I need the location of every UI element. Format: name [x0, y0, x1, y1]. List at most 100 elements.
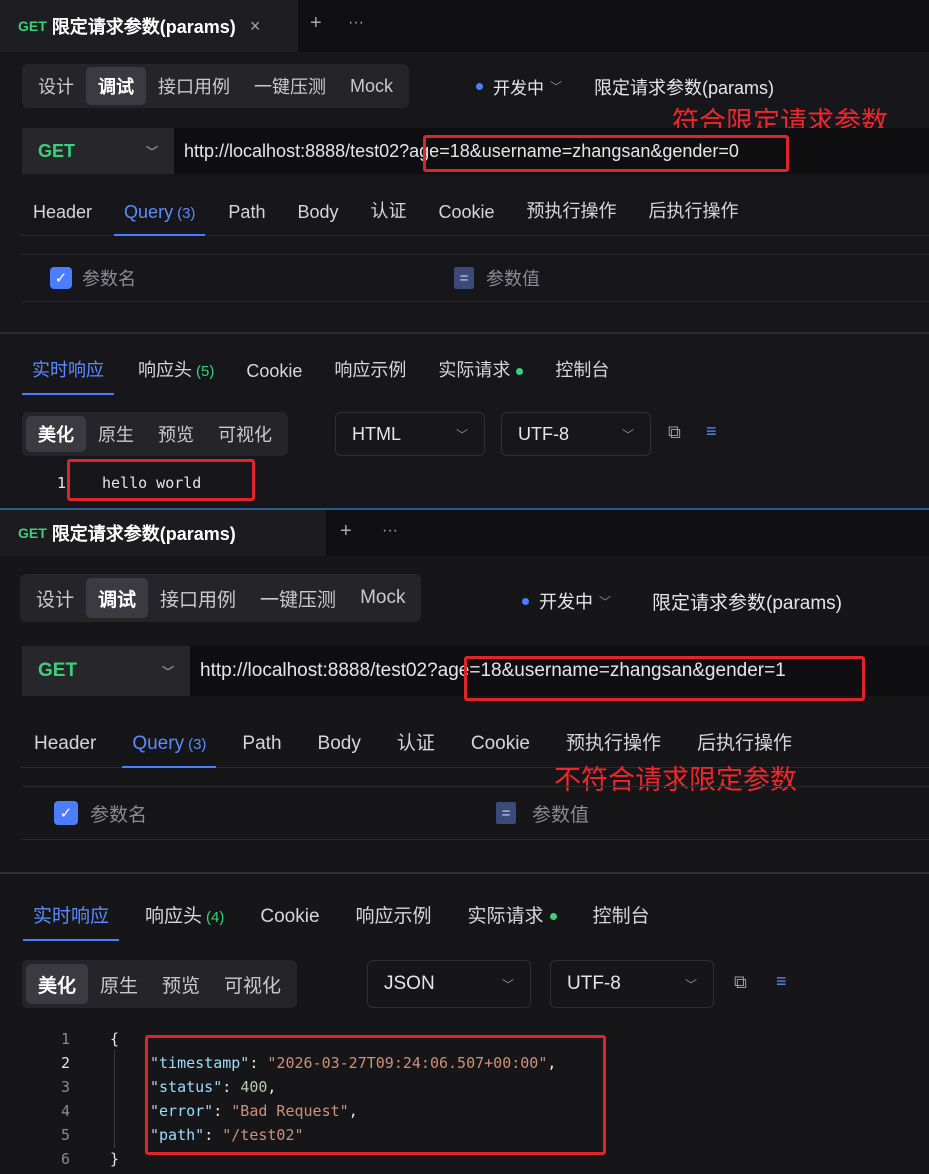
tab-bar: GET 限定请求参数(params) × + ···: [0, 0, 929, 52]
mode-design[interactable]: 设计: [26, 67, 86, 105]
tab-title: 限定请求参数(params): [51, 524, 236, 544]
status-dot-icon: [516, 367, 524, 375]
tab-response-headers-count: (5): [196, 363, 215, 380]
wrap-icon[interactable]: ≡: [706, 421, 717, 442]
tab-query[interactable]: Query (3): [122, 733, 217, 768]
view-tabs: 美化 原生 预览 可视化: [22, 960, 298, 1008]
tab-cookie[interactable]: Cookie: [438, 202, 494, 235]
tab-response-headers-label: 响应头: [145, 906, 203, 927]
encoding-select[interactable]: UTF-8 ﹀: [501, 412, 651, 456]
tab-response-cookie[interactable]: Cookie: [246, 361, 302, 394]
method-select[interactable]: GET ﹀: [22, 128, 174, 174]
format-select[interactable]: JSON ﹀: [367, 960, 531, 1008]
tab-live-response[interactable]: 实时响应: [22, 901, 120, 941]
tab-query-label: Query: [132, 733, 185, 754]
tab-actual-request[interactable]: 实际请求: [438, 356, 524, 394]
highlight-query-string: [464, 656, 865, 701]
tab-query-count: (3): [188, 736, 207, 753]
tab-response-example[interactable]: 响应示例: [356, 901, 432, 940]
format-select[interactable]: HTML ﹀: [335, 412, 485, 456]
tab-response-headers[interactable]: 响应头 (5): [138, 356, 214, 394]
tab-live-response[interactable]: 实时响应: [22, 356, 114, 395]
indent-guide: [114, 1050, 115, 1148]
chevron-down-icon: ﹀: [621, 427, 634, 442]
tab-response-headers[interactable]: 响应头 (4): [145, 901, 224, 940]
mode-debug[interactable]: 调试: [86, 578, 149, 618]
tab-actual-request-label: 实际请求: [467, 906, 544, 927]
mode-tabs: 设计 调试 接口用例 一键压测 Mock: [20, 574, 422, 622]
wrap-icon[interactable]: ≡: [776, 971, 787, 992]
tab-post-actions[interactable]: 后执行操作: [649, 197, 739, 235]
copy-icon[interactable]: ⧉: [668, 422, 681, 443]
view-visualize[interactable]: 可视化: [206, 416, 284, 452]
mode-tabs: 设计 调试 接口用例 一键压测 Mock: [22, 64, 410, 108]
env-select[interactable]: 开发中 ﹀: [522, 588, 611, 614]
more-icon[interactable]: ···: [348, 14, 364, 32]
tab-cookie[interactable]: Cookie: [471, 733, 530, 767]
chevron-down-icon: ﹀: [501, 977, 514, 992]
line-number: 3: [60, 1078, 70, 1096]
view-preview[interactable]: 预览: [146, 416, 206, 452]
param-value-label: 参数值: [532, 804, 590, 826]
mode-mock[interactable]: Mock: [338, 67, 405, 105]
view-visualize[interactable]: 可视化: [212, 964, 293, 1004]
mode-cases[interactable]: 接口用例: [146, 67, 242, 105]
view-pretty[interactable]: 美化: [26, 964, 89, 1004]
mode-mock[interactable]: Mock: [348, 578, 417, 618]
chevron-down-icon: ﹀: [161, 664, 174, 679]
tab-response-cookie[interactable]: Cookie: [260, 906, 319, 940]
param-name-label: 参数名: [90, 804, 148, 826]
close-icon[interactable]: ×: [250, 16, 261, 37]
status-dot-icon: [549, 913, 557, 921]
param-value-label: 参数值: [486, 269, 540, 289]
equals-icon: =: [454, 267, 474, 289]
tab-auth[interactable]: 认证: [397, 728, 435, 767]
view-pretty[interactable]: 美化: [26, 416, 86, 452]
encoding-select[interactable]: UTF-8 ﹀: [550, 960, 714, 1008]
view-raw[interactable]: 原生: [86, 416, 146, 452]
select-all-checkbox[interactable]: ✓: [54, 801, 78, 825]
line-number: 6: [60, 1150, 70, 1168]
method-label: GET: [38, 660, 78, 681]
equals-icon: =: [496, 802, 516, 824]
tab-header[interactable]: Header: [33, 202, 92, 235]
mode-cases[interactable]: 接口用例: [148, 578, 248, 618]
tab-console[interactable]: 控制台: [593, 901, 650, 940]
line-number: 5: [60, 1126, 70, 1144]
tab-query[interactable]: Query (3): [113, 202, 206, 236]
tab-console[interactable]: 控制台: [555, 356, 609, 394]
mode-design[interactable]: 设计: [24, 578, 86, 618]
add-tab-icon[interactable]: +: [310, 12, 322, 35]
copy-icon[interactable]: ⧉: [734, 972, 747, 993]
mode-stress[interactable]: 一键压测: [248, 578, 348, 618]
mode-stress[interactable]: 一键压测: [242, 67, 338, 105]
tab-response-example[interactable]: 响应示例: [334, 356, 406, 394]
params-header: ✓ 参数名 = 参数值: [22, 254, 929, 302]
chevron-down-icon: ﹀: [684, 977, 697, 992]
method-select[interactable]: GET ﹀: [22, 646, 190, 696]
tab-path[interactable]: Path: [242, 733, 281, 767]
tab-body[interactable]: Body: [297, 202, 338, 235]
tab-response-headers-label: 响应头: [138, 360, 192, 380]
highlight-response: [67, 459, 255, 501]
tab-pre-actions[interactable]: 预执行操作: [527, 197, 617, 235]
panel-divider: [0, 872, 929, 874]
mode-debug[interactable]: 调试: [86, 67, 146, 105]
env-select[interactable]: 开发中 ﹀: [476, 74, 562, 99]
tab-header[interactable]: Header: [34, 733, 96, 767]
api-name: 限定请求参数(params): [594, 78, 775, 98]
tab-path[interactable]: Path: [228, 202, 265, 235]
format-label: HTML: [352, 423, 401, 444]
view-preview[interactable]: 预览: [150, 964, 212, 1004]
params-header: ✓ 参数名 = 参数值: [22, 786, 929, 840]
bottom-request-panel: GET 限定请求参数(params) + ··· 设计 调试 接口用例 一键压测…: [0, 508, 929, 1174]
request-tab[interactable]: GET 限定请求参数(params) ×: [0, 0, 298, 52]
select-all-checkbox[interactable]: ✓: [50, 267, 72, 289]
tab-auth[interactable]: 认证: [370, 197, 406, 235]
more-icon[interactable]: ···: [382, 522, 398, 540]
tab-actual-request[interactable]: 实际请求: [468, 901, 557, 940]
request-tab[interactable]: GET 限定请求参数(params): [0, 510, 326, 556]
add-tab-icon[interactable]: +: [340, 520, 352, 543]
view-raw[interactable]: 原生: [88, 964, 150, 1004]
tab-body[interactable]: Body: [318, 733, 361, 767]
